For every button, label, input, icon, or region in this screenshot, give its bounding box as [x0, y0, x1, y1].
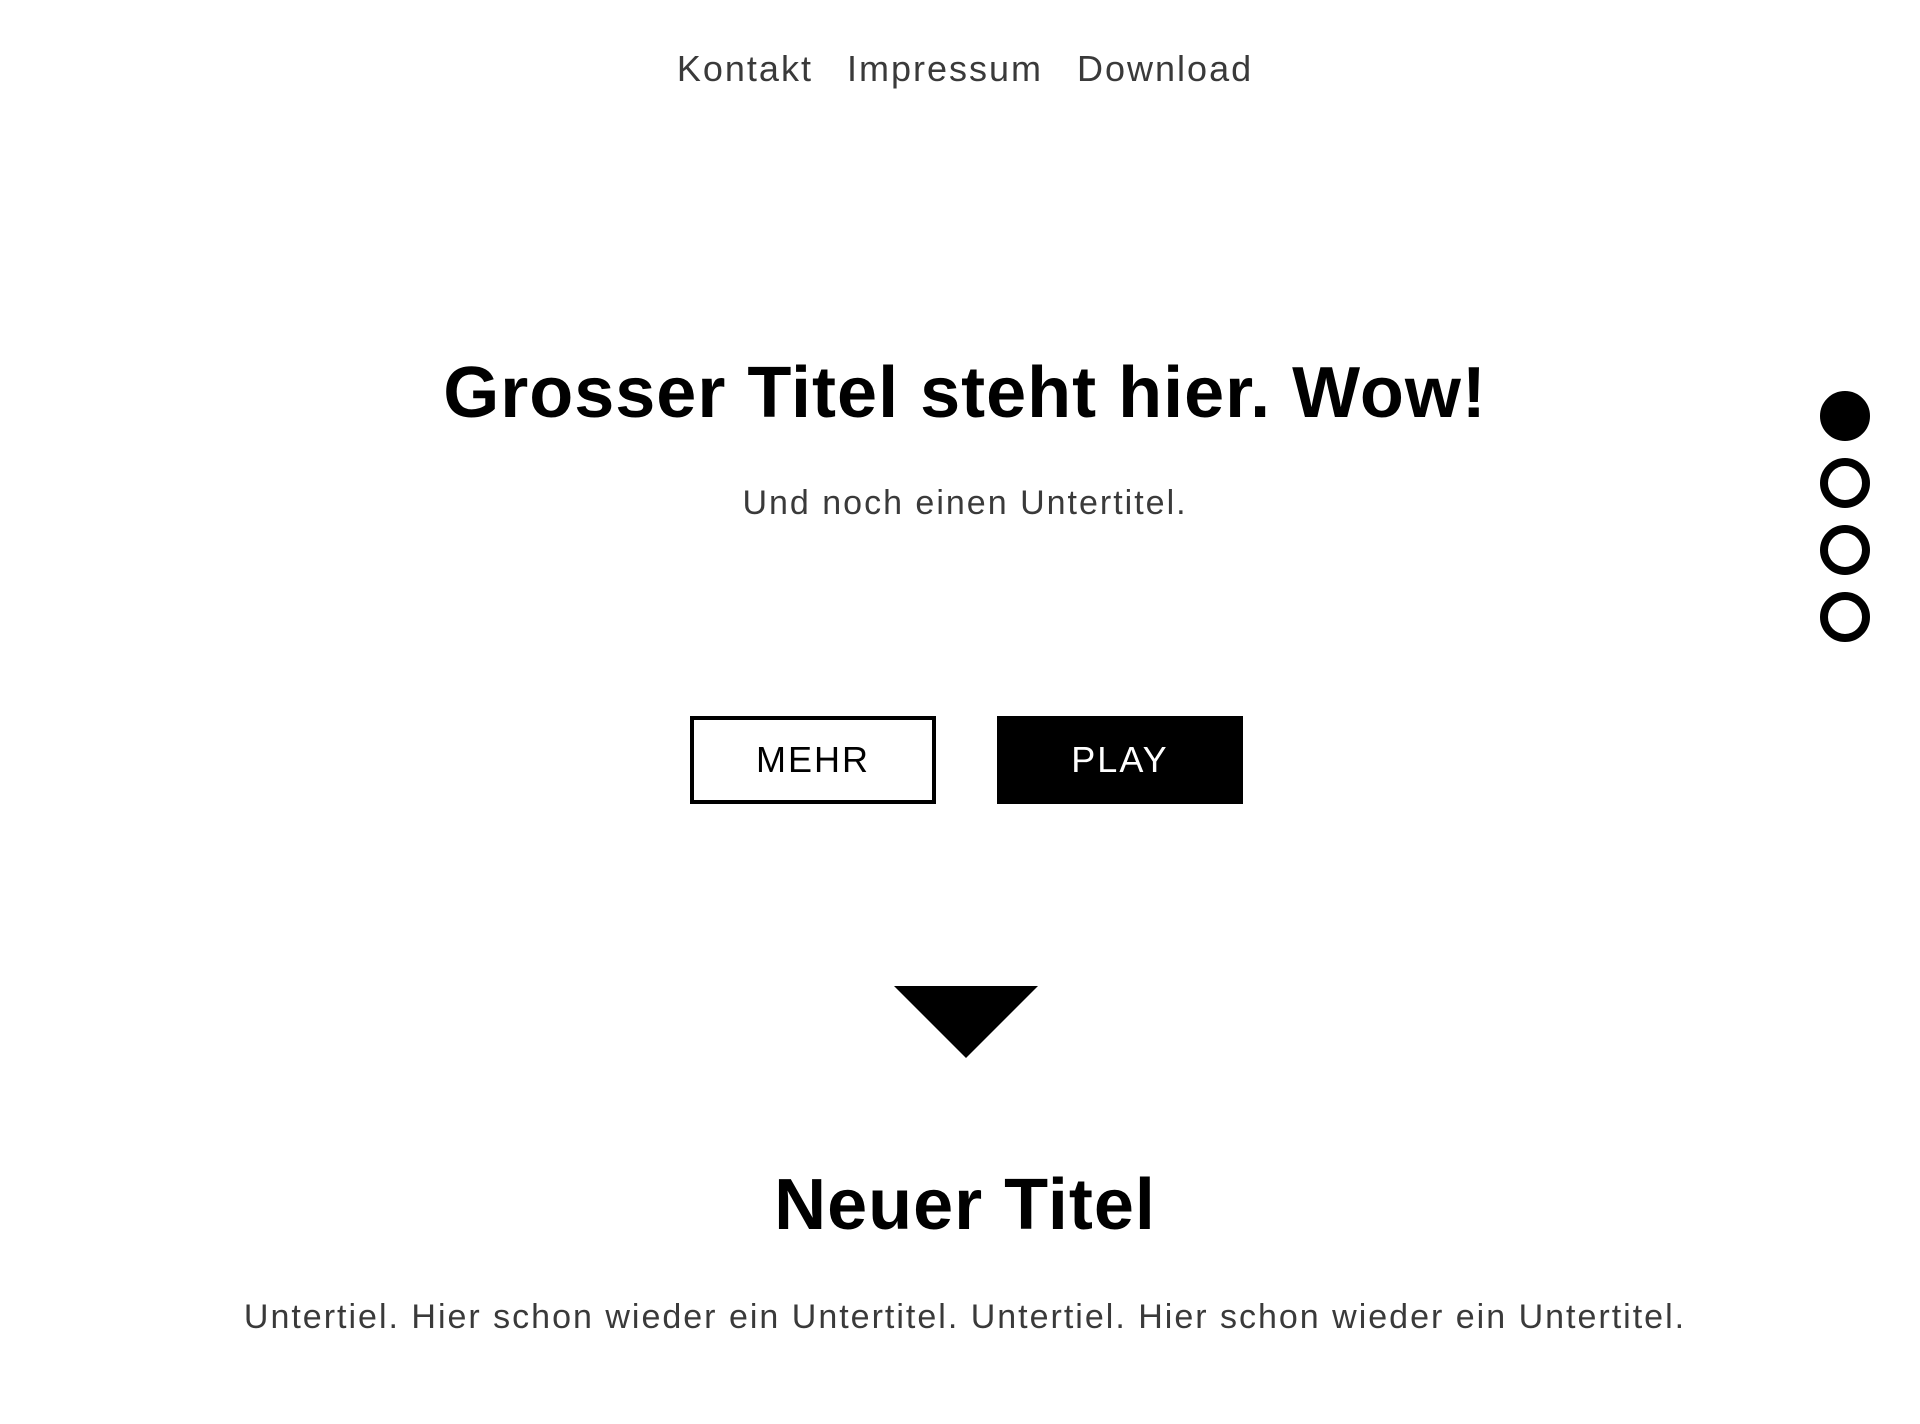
- more-button[interactable]: MEHR: [690, 716, 936, 804]
- hero-title: Grosser Titel steht hier. Wow!: [443, 353, 1487, 433]
- dot-nav-item-4[interactable]: [1820, 592, 1870, 642]
- dot-nav-item-1[interactable]: [1820, 391, 1870, 441]
- nav-link-kontakt[interactable]: Kontakt: [677, 48, 813, 89]
- nav-link-impressum[interactable]: Impressum: [847, 48, 1043, 89]
- dot-nav-item-3[interactable]: [1820, 525, 1870, 575]
- hero-subtitle: Und noch einen Untertitel.: [742, 484, 1188, 522]
- play-button[interactable]: PLAY: [997, 716, 1243, 804]
- triangle-down-icon: [894, 986, 1038, 1058]
- section-dot-nav: [1820, 391, 1870, 659]
- scroll-down-icon[interactable]: [894, 986, 1038, 1058]
- section-title: Neuer Titel: [774, 1165, 1156, 1245]
- section-subtitle: Untertiel. Hier schon wieder ein Unterti…: [243, 1298, 1687, 1336]
- dot-nav-item-2[interactable]: [1820, 458, 1870, 508]
- top-nav: Kontakt Impressum Download: [0, 48, 1920, 90]
- nav-link-download[interactable]: Download: [1077, 48, 1253, 89]
